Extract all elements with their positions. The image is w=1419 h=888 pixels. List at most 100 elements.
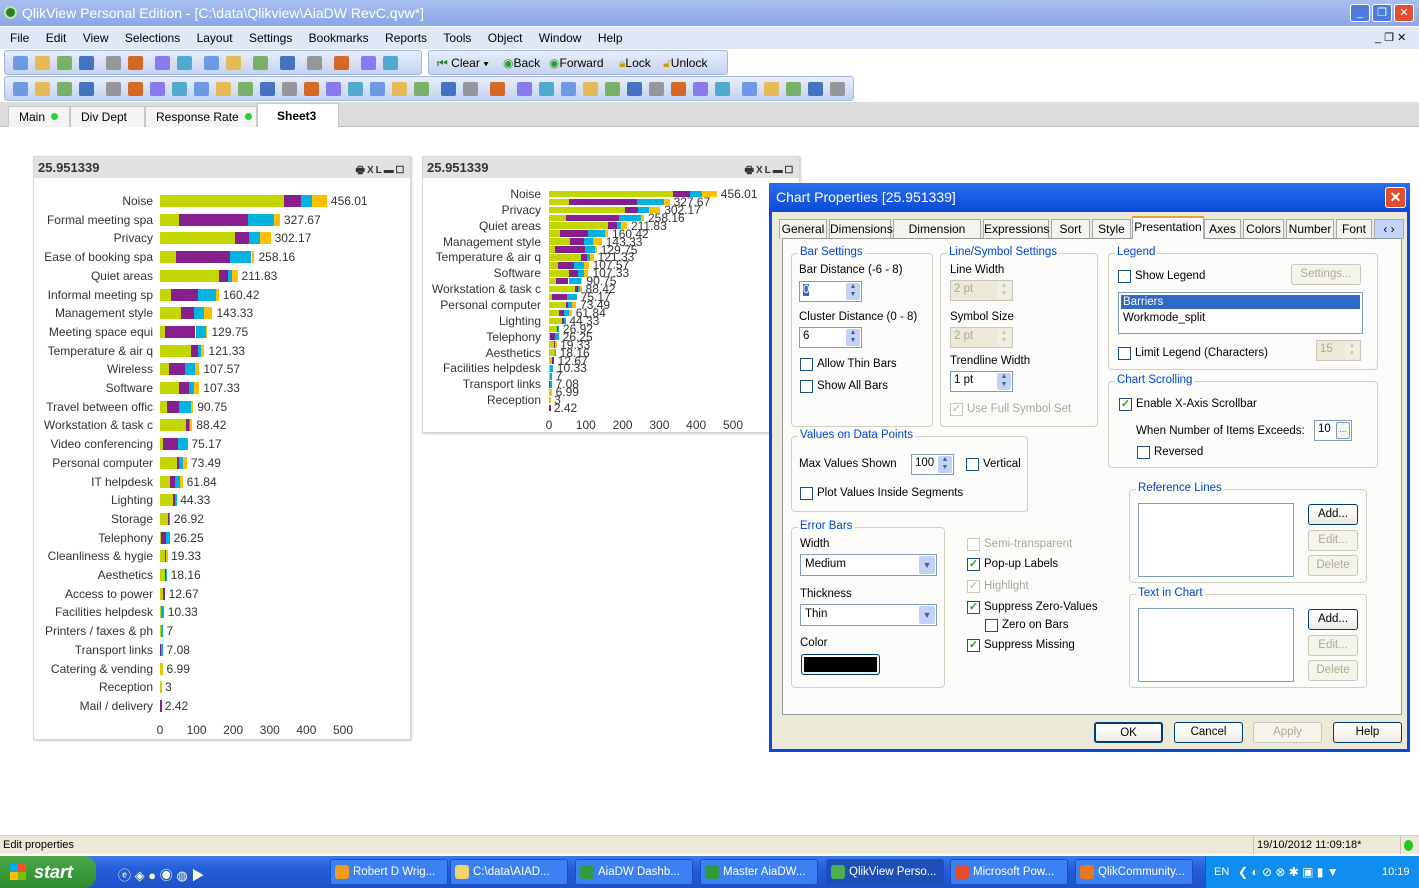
- list-item[interactable]: Barriers: [1121, 295, 1360, 309]
- bar-segment[interactable]: [549, 317, 562, 325]
- dtab-number[interactable]: Number: [1286, 219, 1334, 239]
- bar-segment[interactable]: [182, 456, 187, 469]
- bar-segment[interactable]: [191, 344, 199, 357]
- vertical-checkbox[interactable]: Vertical: [966, 458, 1021, 471]
- bar-segment[interactable]: [166, 550, 168, 563]
- space-vertical-icon[interactable]: [671, 82, 686, 96]
- text-edit-button[interactable]: Edit...: [1308, 635, 1358, 656]
- bar-segment[interactable]: [555, 341, 557, 348]
- chevron-down-icon[interactable]: ▼: [919, 556, 935, 574]
- spinner-arrows-icon[interactable]: ▲ ▼: [846, 283, 860, 300]
- ie-icon[interactable]: ⓔ: [118, 868, 131, 883]
- bar-segment[interactable]: [231, 269, 238, 282]
- reversed-checkbox[interactable]: Reversed: [1137, 446, 1203, 459]
- dialog-close-button[interactable]: ✕: [1385, 187, 1406, 208]
- bar-segment[interactable]: [160, 232, 236, 245]
- player-icon[interactable]: ▶: [191, 868, 204, 883]
- bar-segment[interactable]: [583, 238, 593, 245]
- show-all-bars-checkbox[interactable]: Show All Bars: [800, 380, 888, 393]
- dialog-title-bar[interactable]: Chart Properties [25.951339] ✕: [769, 183, 1410, 212]
- cancel-button[interactable]: Cancel: [1174, 722, 1243, 743]
- sheet-props-icon[interactable]: [79, 82, 94, 96]
- start-button[interactable]: start: [0, 856, 96, 888]
- symbol-size-input[interactable]: 2 pt ▲ ▼: [950, 327, 1013, 348]
- bar-segment[interactable]: [160, 494, 173, 507]
- favorite-icon[interactable]: [307, 56, 322, 70]
- slider-icon[interactable]: [326, 82, 341, 96]
- bar-segment[interactable]: [549, 309, 559, 317]
- text-object-icon[interactable]: [282, 82, 297, 96]
- enable-x-axis-scrollbar-checkbox[interactable]: ✓ Enable X-Axis Scrollbar: [1119, 398, 1257, 411]
- tab-scroll-arrows[interactable]: ‹ ›: [1374, 219, 1404, 239]
- reload-data-icon[interactable]: [155, 56, 170, 70]
- taskbar-item[interactable]: QlikView Perso...: [826, 859, 944, 885]
- popup-labels-checkbox[interactable]: ✓ Pop-up Labels: [967, 558, 1058, 571]
- print-icon[interactable]: [106, 56, 121, 70]
- allow-thin-bars-checkbox[interactable]: Allow Thin Bars: [800, 358, 897, 371]
- bar-segment[interactable]: [160, 456, 177, 469]
- bar-segment[interactable]: [218, 269, 229, 282]
- chevron-right-icon[interactable]: ›: [1391, 222, 1395, 236]
- bar-segment[interactable]: [637, 198, 664, 206]
- bar-segment[interactable]: [550, 389, 552, 396]
- bar-segment[interactable]: [568, 198, 638, 206]
- bar-segment[interactable]: [549, 404, 551, 412]
- dtab-style[interactable]: Style: [1092, 219, 1131, 239]
- bar-segment[interactable]: [624, 206, 639, 214]
- bar-segment[interactable]: [162, 587, 165, 600]
- bar-segment[interactable]: [251, 251, 255, 264]
- firefox-icon[interactable]: ◍: [176, 868, 187, 883]
- text-add-button[interactable]: Add...: [1308, 609, 1358, 630]
- bar-segment[interactable]: [557, 325, 560, 333]
- distribute-icon[interactable]: [715, 82, 730, 96]
- bar-segment[interactable]: [194, 382, 200, 394]
- bar-segment[interactable]: [215, 288, 219, 301]
- bar-segment[interactable]: [160, 213, 180, 226]
- bar-segment[interactable]: [549, 270, 569, 277]
- bar-segment[interactable]: [569, 238, 584, 245]
- bar-segment[interactable]: [169, 363, 185, 376]
- align-grid-icon[interactable]: [490, 82, 505, 96]
- bar-segment[interactable]: [549, 222, 609, 229]
- bar-segment[interactable]: [180, 307, 195, 320]
- zero-on-bars-checkbox[interactable]: Zero on Bars: [985, 619, 1068, 632]
- bar-segment[interactable]: [554, 246, 585, 253]
- menu-bookmarks[interactable]: Bookmarks: [309, 31, 369, 45]
- bar-segment[interactable]: [283, 195, 301, 207]
- bar-segment[interactable]: [248, 232, 260, 245]
- bar-segment[interactable]: [551, 293, 567, 301]
- show-legend-checkbox[interactable]: Show Legend: [1118, 270, 1205, 283]
- bar-segment[interactable]: [549, 206, 625, 214]
- restore-button[interactable]: ❐: [1372, 4, 1392, 22]
- bar-segment[interactable]: [587, 230, 605, 237]
- bar-segment[interactable]: [549, 277, 556, 285]
- bar-segment[interactable]: [166, 531, 170, 544]
- stacked-bar-chart-2[interactable]: 25.951339 🖶︎XL▬☐ Noise 456.01 327.67 Privac…: [422, 156, 800, 433]
- unlock-button[interactable]: 🔓︎Unlock: [663, 56, 707, 71]
- help-icon[interactable]: [361, 56, 376, 70]
- bar-segment[interactable]: [550, 373, 552, 380]
- text-delete-button[interactable]: Delete: [1308, 660, 1358, 681]
- error-color-button[interactable]: [801, 654, 880, 675]
- bar-segment[interactable]: [160, 288, 171, 301]
- bar-segment[interactable]: [160, 269, 219, 282]
- menu-object[interactable]: Object: [488, 31, 523, 45]
- bar-segment[interactable]: [549, 285, 575, 293]
- listbox-icon[interactable]: [106, 82, 121, 96]
- cluster-distance-input[interactable]: 6 ▲ ▼: [799, 327, 862, 348]
- reference-edit-button[interactable]: Edit...: [1308, 530, 1358, 551]
- plot-values-inside-segments-checkbox[interactable]: Plot Values Inside Segments: [800, 487, 963, 500]
- bar-segment[interactable]: [175, 494, 177, 507]
- edit-icon[interactable]: [334, 56, 349, 70]
- limit-legend-checkbox[interactable]: Limit Legend (Characters): [1118, 347, 1268, 360]
- bar-segment[interactable]: [580, 254, 588, 261]
- bar-distance-input[interactable]: 0 ▲ ▼: [799, 281, 862, 302]
- bar-segment[interactable]: [194, 307, 204, 320]
- bar-segment[interactable]: [160, 382, 180, 394]
- list-item[interactable]: Workmode_split: [1121, 311, 1360, 325]
- dtab-sort[interactable]: Sort: [1051, 219, 1090, 239]
- redo-icon[interactable]: [204, 56, 219, 70]
- apply-button[interactable]: Apply: [1253, 722, 1322, 743]
- limit-legend-input[interactable]: 15 ▲ ▼: [1316, 340, 1361, 361]
- bar-segment[interactable]: [160, 475, 170, 488]
